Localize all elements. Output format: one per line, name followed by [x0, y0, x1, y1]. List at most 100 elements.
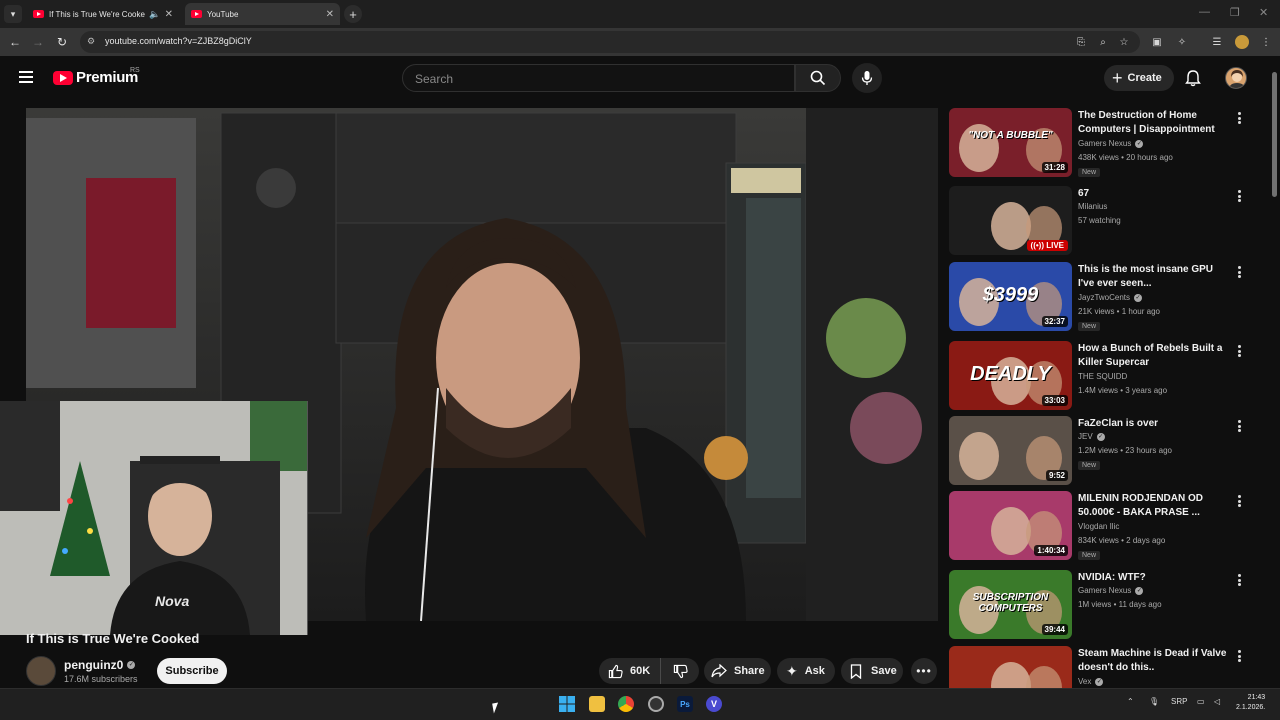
maximize-icon[interactable]: ❐: [1230, 6, 1240, 19]
recommendation-title[interactable]: MILENIN RODJENDAN OD 50.000€ - BAKA PRAS…: [1078, 492, 1230, 520]
extension-icon[interactable]: ▣: [1150, 35, 1164, 49]
recommendation-title[interactable]: NVIDIA: WTF?: [1078, 571, 1230, 585]
search-input[interactable]: [415, 70, 775, 88]
like-button[interactable]: 60K: [599, 658, 661, 684]
extensions-puzzle-icon[interactable]: ✧: [1175, 35, 1189, 49]
photoshop-icon[interactable]: Ps: [677, 696, 693, 712]
recommendation-channel[interactable]: Gamers Nexus ✓: [1078, 139, 1144, 148]
more-options-icon[interactable]: [1235, 419, 1243, 433]
close-tab-icon[interactable]: ✕: [326, 9, 334, 20]
close-tab-icon[interactable]: ✕: [165, 9, 173, 20]
new-tab-button[interactable]: +: [344, 5, 362, 23]
recommendation-channel[interactable]: Milanius: [1078, 202, 1107, 211]
close-window-icon[interactable]: ✕: [1259, 6, 1268, 19]
bookmark-star-icon[interactable]: ☆: [1117, 35, 1131, 49]
windows-start-icon[interactable]: [559, 696, 575, 712]
more-options-icon[interactable]: [1235, 573, 1243, 587]
video-thumbnail[interactable]: $3999 32:37: [949, 262, 1072, 331]
save-button[interactable]: Save: [841, 658, 903, 684]
browser-profile-avatar[interactable]: [1235, 35, 1249, 49]
more-options-icon[interactable]: [1235, 344, 1243, 358]
video-thumbnail[interactable]: DEADLY 33:03: [949, 341, 1072, 410]
recommendation-title[interactable]: The Destruction of Home Computers | Disa…: [1078, 109, 1230, 137]
account-avatar[interactable]: [1225, 67, 1247, 89]
reload-icon[interactable]: ↻: [54, 34, 70, 50]
volume-icon[interactable]: ◁: [1214, 697, 1220, 706]
more-options-icon[interactable]: [1235, 649, 1243, 663]
more-options-icon[interactable]: [1235, 189, 1243, 203]
logo-text[interactable]: Premium: [76, 69, 138, 86]
recommendation-item[interactable]: SUBSCRIPTION COMPUTERS 39:44 NVIDIA: WTF…: [949, 570, 1269, 642]
youtube-logo-icon[interactable]: [53, 71, 73, 85]
recommendation-channel[interactable]: THE SQUIDD: [1078, 372, 1127, 381]
video-thumbnail[interactable]: SUBSCRIPTION COMPUTERS 39:44: [949, 570, 1072, 639]
channel-name[interactable]: Gamers Nexus: [1078, 139, 1131, 148]
subscribe-button[interactable]: Subscribe: [157, 658, 227, 684]
browser-tab-youtube[interactable]: YouTube ✕: [185, 3, 340, 25]
recommendation-item[interactable]: 9:52 FaZeClan is over JEV ✓ 1.2M views •…: [949, 416, 1269, 488]
more-options-icon[interactable]: [1235, 265, 1243, 279]
recommendation-item[interactable]: "NOT A BUBBLE" 31:28 The Destruction of …: [949, 108, 1269, 180]
minimize-icon[interactable]: —: [1199, 6, 1210, 18]
recommendation-channel[interactable]: Gamers Nexus ✓: [1078, 586, 1144, 595]
install-app-icon[interactable]: ⎘: [1074, 35, 1088, 49]
recommendation-title[interactable]: 67: [1078, 187, 1230, 201]
forward-icon[interactable]: →: [30, 34, 46, 50]
back-icon[interactable]: ←: [7, 34, 23, 50]
recommendation-channel[interactable]: Vex ✓: [1078, 677, 1104, 686]
tab-search-button[interactable]: ▾: [4, 5, 22, 23]
menu-icon[interactable]: [19, 71, 33, 83]
recommendation-item[interactable]: $3999 32:37 This is the most insane GPU …: [949, 262, 1269, 334]
speaker-icon[interactable]: 🔈: [149, 9, 160, 20]
recommendation-title[interactable]: FaZeClan is over: [1078, 417, 1230, 431]
video-thumbnail[interactable]: 9:52: [949, 416, 1072, 485]
vpn-app-icon[interactable]: V: [706, 696, 722, 712]
channel-name[interactable]: Gamers Nexus: [1078, 586, 1131, 595]
notifications-bell-icon[interactable]: [1184, 69, 1202, 87]
recommendation-title[interactable]: This is the most insane GPU I've ever se…: [1078, 263, 1230, 291]
browser-tab-video[interactable]: If This is True We're Cooked 🔈 ✕: [27, 3, 179, 25]
channel-name[interactable]: penguinz0: [64, 658, 123, 672]
dislike-button[interactable]: [661, 658, 699, 684]
address-bar[interactable]: ⚙ youtube.com/watch?v=ZJBZ8gDiClY: [80, 31, 1140, 53]
more-actions-button[interactable]: •••: [911, 658, 937, 684]
chrome-icon[interactable]: [618, 696, 634, 712]
channel-name[interactable]: JEV: [1078, 432, 1093, 441]
file-explorer-icon[interactable]: [589, 696, 605, 712]
channel-name[interactable]: Vlogdan Ilic: [1078, 522, 1119, 531]
url-text[interactable]: youtube.com/watch?v=ZJBZ8gDiClY: [105, 36, 252, 46]
create-button[interactable]: + Create: [1104, 65, 1174, 91]
recommendation-item[interactable]: DEADLY 33:03 How a Bunch of Rebels Built…: [949, 341, 1269, 413]
recommendation-title[interactable]: Steam Machine is Dead if Valve doesn't d…: [1078, 647, 1230, 675]
channel-name[interactable]: Milanius: [1078, 202, 1107, 211]
search-box[interactable]: [402, 64, 795, 92]
page-scrollbar[interactable]: [1271, 60, 1278, 700]
scrollbar-thumb[interactable]: [1272, 72, 1277, 197]
channel-name[interactable]: THE SQUIDD: [1078, 372, 1127, 381]
video-thumbnail[interactable]: "NOT A BUBBLE" 31:28: [949, 108, 1072, 177]
channel-name[interactable]: JayzTwoCents: [1078, 293, 1130, 302]
clock[interactable]: 21:43 2.1.2026.: [1236, 693, 1265, 713]
voice-search-button[interactable]: [852, 63, 882, 93]
site-info-icon[interactable]: ⚙: [87, 36, 99, 48]
recommendation-channel[interactable]: JayzTwoCents ✓: [1078, 293, 1143, 302]
recommendation-title[interactable]: How a Bunch of Rebels Built a Killer Sup…: [1078, 342, 1230, 370]
share-button[interactable]: Share: [704, 658, 771, 684]
browser-menu-icon[interactable]: ⋮: [1259, 35, 1273, 49]
recommendation-channel[interactable]: JEV ✓: [1078, 432, 1105, 441]
ask-button[interactable]: ✦ Ask: [777, 658, 835, 684]
tray-chevron-icon[interactable]: ⌃: [1127, 697, 1134, 706]
channel-name[interactable]: Vex: [1078, 677, 1091, 686]
recommendation-channel[interactable]: Vlogdan Ilic: [1078, 522, 1119, 531]
language-indicator[interactable]: SRP: [1171, 697, 1187, 706]
recommendation-item[interactable]: 1:40:34 MILENIN RODJENDAN OD 50.000€ - B…: [949, 491, 1269, 563]
recommendation-item[interactable]: ((•)) LIVE 67 Milanius 57 watching: [949, 186, 1269, 258]
video-thumbnail[interactable]: ((•)) LIVE: [949, 186, 1072, 255]
channel-name-link[interactable]: penguinz0 ✓: [64, 658, 136, 672]
app-icon[interactable]: [648, 696, 664, 712]
more-options-icon[interactable]: [1235, 111, 1243, 125]
zoom-icon[interactable]: ⌕: [1096, 35, 1110, 49]
channel-avatar[interactable]: [26, 656, 56, 686]
tray-microphone-icon[interactable]: 🎙: [1149, 697, 1159, 706]
reading-list-icon[interactable]: ☰: [1210, 35, 1224, 49]
